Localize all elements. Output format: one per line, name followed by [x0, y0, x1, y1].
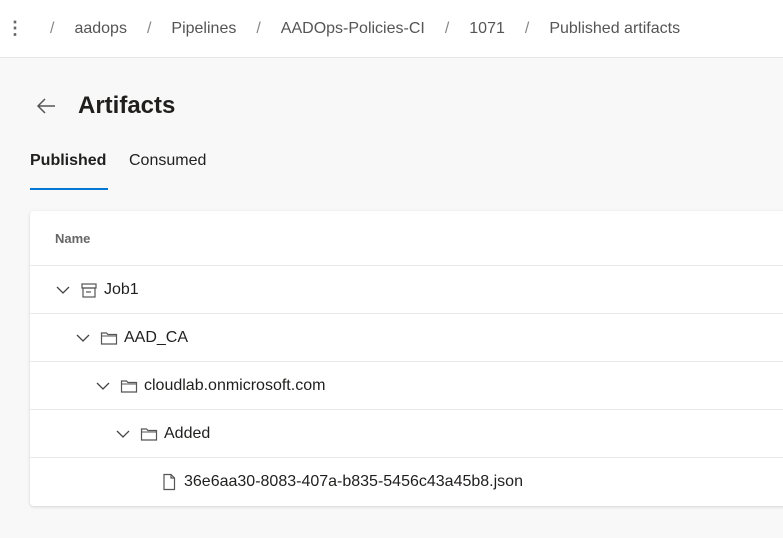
table-row[interactable]: cloudlab.onmicrosoft.com	[30, 362, 783, 410]
breadcrumb-aadops[interactable]: aadops	[74, 20, 127, 38]
breadcrumb-published-artifacts[interactable]: Published artifacts	[549, 20, 680, 38]
chevron-down-icon[interactable]	[54, 281, 72, 299]
artifact-icon	[81, 282, 97, 298]
breadcrumb-run[interactable]: 1071	[469, 20, 505, 38]
tab-consumed[interactable]: Consumed	[129, 152, 206, 170]
separator: /	[146, 19, 152, 37]
separator: /	[524, 19, 530, 37]
active-tab-indicator	[30, 188, 108, 190]
row-name: AAD_CA	[124, 328, 189, 346]
page-title: Artifacts	[78, 92, 176, 119]
tab-published[interactable]: Published	[30, 152, 106, 170]
table-row[interactable]: Added	[30, 410, 783, 458]
chevron-down-icon[interactable]	[74, 329, 92, 347]
breadcrumb-pipelines[interactable]: Pipelines	[171, 20, 236, 38]
folder-icon	[120, 379, 138, 393]
artifacts-table: Name Job1 AAD_CA cloudlab.onmicrosoft.com A…	[30, 211, 783, 506]
file-icon	[163, 473, 176, 491]
separator: /	[256, 19, 261, 37]
back-arrow-icon[interactable]	[34, 94, 58, 118]
separator: /	[50, 19, 55, 37]
breadcrumb-pipeline[interactable]: AADOps-Policies-CI	[281, 20, 425, 38]
row-name: 36e6aa30-8083-407a-b835-5456c43a45b8.jso…	[184, 473, 523, 490]
breadcrumb-bar: ⋮ / aadops / Pipelines / AADOps-Policies…	[0, 0, 783, 58]
row-name: Added	[164, 424, 211, 442]
chevron-down-icon[interactable]	[94, 377, 112, 395]
more-icon[interactable]: ⋮	[0, 18, 30, 39]
row-name: cloudlab.onmicrosoft.com	[144, 376, 326, 394]
column-header-name[interactable]: Name	[30, 211, 783, 266]
table-row[interactable]: Job1	[30, 266, 783, 314]
separator: /	[444, 19, 450, 37]
chevron-down-icon[interactable]	[114, 425, 132, 443]
folder-icon	[140, 427, 158, 441]
table-row[interactable]: 36e6aa30-8083-407a-b835-5456c43a45b8.jso…	[30, 458, 783, 506]
table-row[interactable]: AAD_CA	[30, 314, 783, 362]
row-name: Job1	[104, 280, 139, 298]
folder-icon	[100, 331, 118, 345]
